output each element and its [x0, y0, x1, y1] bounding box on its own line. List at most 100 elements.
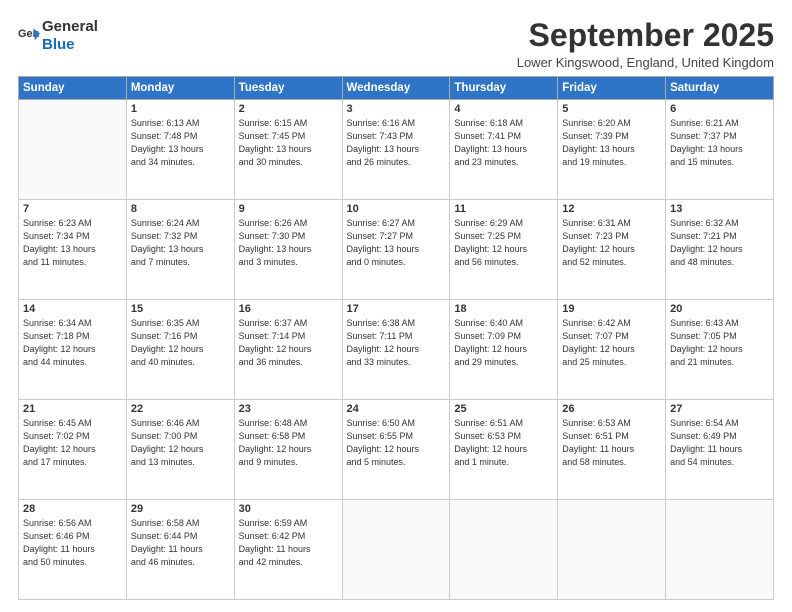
day-number: 30: [239, 503, 338, 515]
day-number: 20: [670, 303, 769, 315]
calendar-week-row: 14 Sunrise: 6:34 AM Sunset: 7:18 PM Dayli…: [19, 300, 774, 400]
day-number: 13: [670, 203, 769, 215]
day-info: Sunrise: 6:18 AM Sunset: 7:41 PM Dayligh…: [454, 117, 553, 169]
calendar-cell: 20 Sunrise: 6:43 AM Sunset: 7:05 PM Dayli…: [666, 300, 774, 400]
day-info: Sunrise: 6:27 AM Sunset: 7:27 PM Dayligh…: [347, 217, 446, 269]
weekday-header: Tuesday: [234, 77, 342, 100]
calendar-cell: 3 Sunrise: 6:16 AM Sunset: 7:43 PM Daylig…: [342, 100, 450, 200]
day-info: Sunrise: 6:45 AM Sunset: 7:02 PM Dayligh…: [23, 417, 122, 469]
day-number: 25: [454, 403, 553, 415]
calendar-cell: 8 Sunrise: 6:24 AM Sunset: 7:32 PM Daylig…: [126, 200, 234, 300]
weekday-header: Monday: [126, 77, 234, 100]
day-number: 22: [131, 403, 230, 415]
day-info: Sunrise: 6:16 AM Sunset: 7:43 PM Dayligh…: [347, 117, 446, 169]
calendar-cell: 11Sunrise: 6:29 AM Sunset: 7:25 PM Dayli…: [450, 200, 558, 300]
day-number: 11: [454, 203, 553, 215]
title-block: September 2025 Lower Kingswood, England,…: [517, 18, 774, 70]
day-number: 15: [131, 303, 230, 315]
day-info: Sunrise: 6:34 AM Sunset: 7:18 PM Dayligh…: [23, 317, 122, 369]
day-info: Sunrise: 6:20 AM Sunset: 7:39 PM Dayligh…: [562, 117, 661, 169]
calendar-cell: [450, 500, 558, 600]
day-number: 8: [131, 203, 230, 215]
day-info: Sunrise: 6:24 AM Sunset: 7:32 PM Dayligh…: [131, 217, 230, 269]
day-number: 2: [239, 103, 338, 115]
calendar-cell: 29Sunrise: 6:58 AM Sunset: 6:44 PM Dayli…: [126, 500, 234, 600]
day-number: 6: [670, 103, 769, 115]
day-info: Sunrise: 6:35 AM Sunset: 7:16 PM Dayligh…: [131, 317, 230, 369]
weekday-header: Saturday: [666, 77, 774, 100]
calendar-cell: 17Sunrise: 6:38 AM Sunset: 7:11 PM Dayli…: [342, 300, 450, 400]
logo: Gen General Blue: [18, 18, 98, 54]
calendar-cell: 28 Sunrise: 6:56 AM Sunset: 6:46 PM Dayli…: [19, 500, 127, 600]
calendar-table: SundayMondayTuesdayWednesdayThursdayFrid…: [18, 76, 774, 600]
day-number: 14: [23, 303, 122, 315]
calendar-cell: 5 Sunrise: 6:20 AM Sunset: 7:39 PM Daylig…: [558, 100, 666, 200]
day-number: 4: [454, 103, 553, 115]
day-number: 9: [239, 203, 338, 215]
calendar-cell: 25 Sunrise: 6:51 AM Sunset: 6:53 PM Dayli…: [450, 400, 558, 500]
calendar-cell: 6 Sunrise: 6:21 AM Sunset: 7:37 PM Daylig…: [666, 100, 774, 200]
weekday-header: Friday: [558, 77, 666, 100]
calendar-cell: 4 Sunrise: 6:18 AM Sunset: 7:41 PM Daylig…: [450, 100, 558, 200]
weekday-header: Sunday: [19, 77, 127, 100]
day-info: Sunrise: 6:37 AM Sunset: 7:14 PM Dayligh…: [239, 317, 338, 369]
calendar-cell: 16 Sunrise: 6:37 AM Sunset: 7:14 PM Dayli…: [234, 300, 342, 400]
day-number: 24: [347, 403, 446, 415]
day-info: Sunrise: 6:48 AM Sunset: 6:58 PM Dayligh…: [239, 417, 338, 469]
day-number: 16: [239, 303, 338, 315]
day-number: 26: [562, 403, 661, 415]
day-number: 23: [239, 403, 338, 415]
day-info: Sunrise: 6:59 AM Sunset: 6:42 PM Dayligh…: [239, 517, 338, 569]
page: Gen General Blue September 2025 Lower Ki…: [0, 0, 792, 612]
calendar-cell: 9 Sunrise: 6:26 AM Sunset: 7:30 PM Daylig…: [234, 200, 342, 300]
day-info: Sunrise: 6:13 AM Sunset: 7:48 PM Dayligh…: [131, 117, 230, 169]
calendar-cell: 10Sunrise: 6:27 AM Sunset: 7:27 PM Dayli…: [342, 200, 450, 300]
calendar-cell: 21Sunrise: 6:45 AM Sunset: 7:02 PM Dayli…: [19, 400, 127, 500]
calendar-cell: 2Sunrise: 6:15 AM Sunset: 7:45 PM Daylig…: [234, 100, 342, 200]
day-number: 28: [23, 503, 122, 515]
day-info: Sunrise: 6:46 AM Sunset: 7:00 PM Dayligh…: [131, 417, 230, 469]
calendar-header-row: SundayMondayTuesdayWednesdayThursdayFrid…: [19, 77, 774, 100]
calendar-cell: 23 Sunrise: 6:48 AM Sunset: 6:58 PM Dayli…: [234, 400, 342, 500]
calendar-cell: [19, 100, 127, 200]
day-info: Sunrise: 6:43 AM Sunset: 7:05 PM Dayligh…: [670, 317, 769, 369]
calendar-cell: [666, 500, 774, 600]
day-info: Sunrise: 6:54 AM Sunset: 6:49 PM Dayligh…: [670, 417, 769, 469]
header: Gen General Blue September 2025 Lower Ki…: [18, 18, 774, 70]
calendar-cell: 13Sunrise: 6:32 AM Sunset: 7:21 PM Dayli…: [666, 200, 774, 300]
calendar-cell: 15 Sunrise: 6:35 AM Sunset: 7:16 PM Dayli…: [126, 300, 234, 400]
calendar-cell: 24 Sunrise: 6:50 AM Sunset: 6:55 PM Dayli…: [342, 400, 450, 500]
day-number: 29: [131, 503, 230, 515]
location-subtitle: Lower Kingswood, England, United Kingdom: [517, 55, 774, 70]
logo-general: General: [42, 18, 98, 35]
calendar-week-row: 1 Sunrise: 6:13 AM Sunset: 7:48 PM Daylig…: [19, 100, 774, 200]
day-info: Sunrise: 6:56 AM Sunset: 6:46 PM Dayligh…: [23, 517, 122, 569]
day-number: 3: [347, 103, 446, 115]
calendar-cell: 19 Sunrise: 6:42 AM Sunset: 7:07 PM Dayli…: [558, 300, 666, 400]
calendar-cell: 26Sunrise: 6:53 AM Sunset: 6:51 PM Dayli…: [558, 400, 666, 500]
calendar-week-row: 21Sunrise: 6:45 AM Sunset: 7:02 PM Dayli…: [19, 400, 774, 500]
weekday-header: Thursday: [450, 77, 558, 100]
day-info: Sunrise: 6:51 AM Sunset: 6:53 PM Dayligh…: [454, 417, 553, 469]
day-info: Sunrise: 6:23 AM Sunset: 7:34 PM Dayligh…: [23, 217, 122, 269]
day-number: 19: [562, 303, 661, 315]
calendar-cell: [342, 500, 450, 600]
day-info: Sunrise: 6:42 AM Sunset: 7:07 PM Dayligh…: [562, 317, 661, 369]
day-number: 5: [562, 103, 661, 115]
day-info: Sunrise: 6:40 AM Sunset: 7:09 PM Dayligh…: [454, 317, 553, 369]
calendar-cell: [558, 500, 666, 600]
day-number: 1: [131, 103, 230, 115]
calendar-cell: 30 Sunrise: 6:59 AM Sunset: 6:42 PM Dayli…: [234, 500, 342, 600]
day-info: Sunrise: 6:38 AM Sunset: 7:11 PM Dayligh…: [347, 317, 446, 369]
month-title: September 2025: [517, 18, 774, 53]
day-info: Sunrise: 6:21 AM Sunset: 7:37 PM Dayligh…: [670, 117, 769, 169]
calendar-cell: 27 Sunrise: 6:54 AM Sunset: 6:49 PM Dayli…: [666, 400, 774, 500]
day-info: Sunrise: 6:26 AM Sunset: 7:30 PM Dayligh…: [239, 217, 338, 269]
day-info: Sunrise: 6:50 AM Sunset: 6:55 PM Dayligh…: [347, 417, 446, 469]
day-number: 18: [454, 303, 553, 315]
calendar-cell: 14 Sunrise: 6:34 AM Sunset: 7:18 PM Dayli…: [19, 300, 127, 400]
day-number: 27: [670, 403, 769, 415]
day-info: Sunrise: 6:31 AM Sunset: 7:23 PM Dayligh…: [562, 217, 661, 269]
calendar-week-row: 7Sunrise: 6:23 AM Sunset: 7:34 PM Daylig…: [19, 200, 774, 300]
calendar-cell: 18 Sunrise: 6:40 AM Sunset: 7:09 PM Dayli…: [450, 300, 558, 400]
